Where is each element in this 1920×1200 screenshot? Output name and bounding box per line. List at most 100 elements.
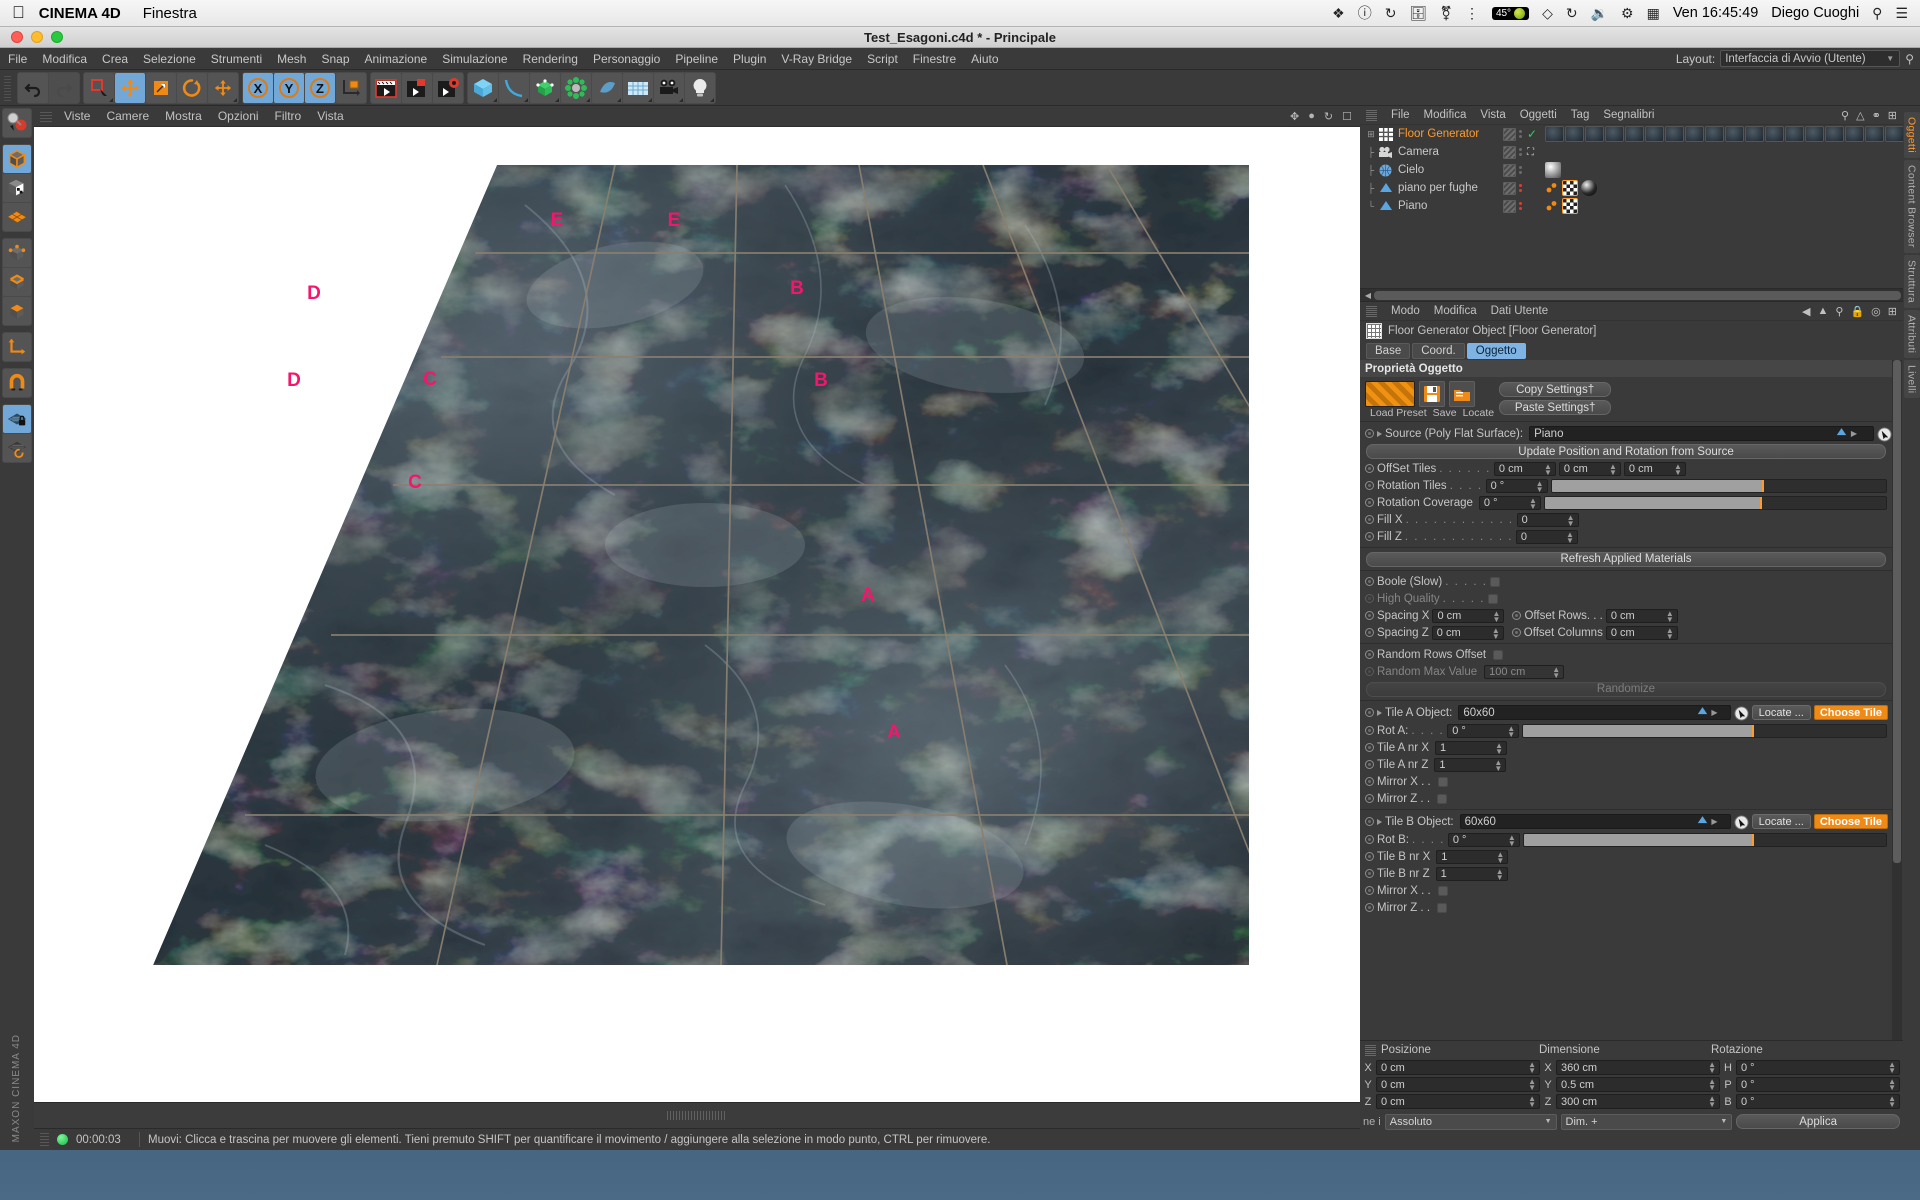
position-x-field[interactable]: 0 cm ▲ ▼ [1376, 1060, 1540, 1075]
phong-tag-icon[interactable] [1545, 199, 1559, 213]
object-tags[interactable] [1545, 126, 1903, 142]
stepper-icon[interactable]: ▲ ▼ [1888, 1078, 1896, 1092]
stepper-icon[interactable]: ▲ ▼ [1536, 479, 1544, 493]
viewport-menu-mostra[interactable]: Mostra [165, 109, 202, 123]
equalizer-icon[interactable]: ⋮ [1465, 5, 1479, 22]
fill-x-radio-icon[interactable] [1365, 515, 1374, 524]
sync-icon[interactable]: ↻ [1385, 5, 1397, 22]
rotation-coverage-radio-icon[interactable] [1365, 498, 1374, 507]
menu-script[interactable]: Script [867, 52, 898, 66]
stepper-icon[interactable]: ▲ ▼ [1609, 462, 1617, 476]
tile-a-nr-z-field[interactable]: 1 ▲ ▼ [1434, 757, 1507, 772]
expand-triangle-icon[interactable] [1377, 430, 1382, 437]
offset-rows-field[interactable]: 0 cm ▲ ▼ [1605, 608, 1678, 623]
tile-b-mirror-z-radio-icon[interactable] [1365, 903, 1374, 912]
attribute-manager-grip[interactable] [1366, 305, 1377, 317]
rotation-h-field[interactable]: 0 ° ▲ ▼ [1736, 1060, 1900, 1075]
random-rows-offset-radio-icon[interactable] [1365, 650, 1374, 659]
tile-b-mirror-x-radio-icon[interactable] [1365, 886, 1374, 895]
tile-b-mirror-x-checkbox[interactable] [1437, 885, 1448, 896]
stepper-icon[interactable]: ▲ ▼ [1508, 833, 1516, 847]
rot-b-slider[interactable] [1522, 832, 1887, 847]
enabled-check-icon[interactable]: ✓ [1527, 127, 1537, 141]
menu-animazione[interactable]: Animazione [365, 52, 428, 66]
viewport-menu-opzioni[interactable]: Opzioni [218, 109, 259, 123]
tile-b-object-field[interactable]: 60x60 ▶ [1459, 814, 1731, 829]
model-mode-icon[interactable] [3, 145, 31, 173]
tile-a-nr-z-radio-icon[interactable] [1365, 760, 1374, 769]
refresh-applied-materials-button[interactable]: Refresh Applied Materials [1366, 551, 1886, 567]
object-row-cielo[interactable]: ├ Cielo [1360, 161, 1903, 179]
visibility-dots-icon[interactable] [1519, 148, 1522, 156]
timeline-grip[interactable] [667, 1111, 727, 1120]
menu-pipeline[interactable]: Pipeline [675, 52, 718, 66]
deformer-icon[interactable] [561, 72, 591, 103]
slider-knob[interactable] [1751, 724, 1754, 737]
visibility-dots-icon[interactable] [1519, 130, 1522, 138]
render-region-icon[interactable] [402, 72, 432, 103]
slider-knob[interactable] [1759, 496, 1762, 509]
menu-personaggio[interactable]: Personaggio [593, 52, 660, 66]
stepper-icon[interactable]: ▲ ▼ [1544, 462, 1552, 476]
rotate-icon[interactable] [177, 72, 207, 103]
chevron-right-icon[interactable]: ▶ [1711, 708, 1717, 717]
menu-vray-bridge[interactable]: V-Ray Bridge [781, 52, 852, 66]
object-row-piano[interactable]: └ Piano [1360, 197, 1903, 215]
faces-mode-icon[interactable] [3, 297, 31, 325]
mega-icon[interactable]: ⚧ [1440, 5, 1452, 22]
scrollbar-thumb[interactable] [1374, 290, 1901, 300]
rotation-coverage-slider[interactable] [1543, 495, 1887, 510]
tile-a-mirror-x-checkbox[interactable] [1437, 776, 1448, 787]
checker-material-tag-icon[interactable] [1562, 198, 1578, 214]
spacing-x-radio-icon[interactable] [1365, 611, 1374, 620]
object-visibility-dots[interactable] [1503, 199, 1522, 213]
offset-tiles-x-field[interactable]: 0 cm ▲ ▼ [1493, 461, 1556, 476]
lock-icon[interactable]: 🔒 [1850, 305, 1864, 318]
object-layer-swatch[interactable] [1503, 199, 1516, 213]
dock-tab-livelli[interactable]: Livelli [1903, 359, 1920, 399]
visibility-dots-icon[interactable] [1519, 202, 1522, 210]
boole-checkbox[interactable] [1490, 576, 1501, 587]
offset-columns-field[interactable]: 0 cm ▲ ▼ [1605, 625, 1678, 640]
tile-a-mirror-z-checkbox[interactable] [1437, 793, 1448, 804]
stepper-icon[interactable]: ▲ ▼ [1528, 1095, 1536, 1109]
search-icon[interactable]: ⚲ [1841, 109, 1849, 122]
menu-plugin[interactable]: Plugin [733, 52, 766, 66]
up-arrow-icon[interactable]: ▲ [1818, 305, 1829, 318]
source-field[interactable]: Piano ▶ [1529, 426, 1874, 441]
position-y-field[interactable]: 0 cm ▲ ▼ [1376, 1077, 1540, 1092]
viewport-menu-camere[interactable]: Camere [106, 109, 149, 123]
tile-b-nr-x-field[interactable]: 1 ▲ ▼ [1436, 849, 1509, 864]
locate-preset-button[interactable] [1449, 381, 1475, 407]
scroll-left-icon[interactable]: ◀ [1362, 291, 1374, 300]
objmenu-tag[interactable]: Tag [1571, 109, 1590, 121]
add-icon[interactable]: ⊞ [1888, 305, 1897, 318]
dropbox-icon[interactable]: ❖ [1332, 5, 1345, 22]
back-arrow-icon[interactable]: ◀ [1802, 305, 1810, 318]
cube-primitive-icon[interactable] [468, 72, 498, 103]
rot-a-radio-icon[interactable] [1365, 726, 1374, 735]
rotation-tiles-radio-icon[interactable] [1365, 481, 1374, 490]
objmenu-vista[interactable]: Vista [1480, 109, 1505, 121]
tile-a-mirror-x-radio-icon[interactable] [1365, 777, 1374, 786]
menu-simulazione[interactable]: Simulazione [442, 52, 507, 66]
offset-rows-radio-icon[interactable] [1512, 611, 1522, 620]
object-layer-swatch[interactable] [1503, 181, 1516, 195]
stepper-icon[interactable]: ▲ ▼ [1708, 1061, 1716, 1075]
scrollbar-thumb[interactable] [1893, 360, 1901, 864]
floor-generator-mesh[interactable]: EEDBDCBCAA [145, 164, 1249, 1065]
dock-tab-oggetti[interactable]: Oggetti [1903, 112, 1920, 158]
size-mode-dropdown[interactable]: Dim. + ▼ [1560, 1113, 1733, 1130]
points-mode-icon[interactable] [3, 239, 31, 267]
bluetooth-icon[interactable]: ⚙ [1621, 5, 1634, 22]
rot-b-field[interactable]: 0 ° ▲ ▼ [1447, 832, 1520, 847]
camera-target-icon[interactable]: ⛶ [1527, 147, 1534, 158]
polygon-mode-icon[interactable] [3, 203, 31, 231]
apply-button[interactable]: Applica [1736, 1114, 1900, 1129]
rotation-tiles-field[interactable]: 0 ° ▲ ▼ [1485, 478, 1548, 493]
fill-z-field[interactable]: 0 ▲ ▼ [1515, 529, 1578, 544]
move-alt-icon[interactable] [208, 72, 238, 103]
object-visibility-dots[interactable] [1503, 163, 1522, 177]
tile-a-locate-button[interactable]: Locate ... [1751, 705, 1811, 720]
zoom-window-button[interactable] [51, 31, 63, 43]
